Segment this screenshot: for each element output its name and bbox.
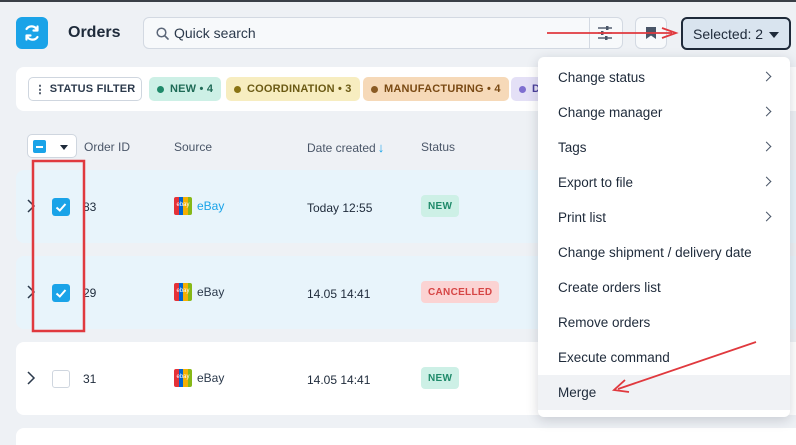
menu-item-label: Print list [558,210,607,225]
menu-item-change-status[interactable]: Change status [538,60,790,95]
bookmark-icon [646,27,656,39]
table-row-partial [16,428,796,445]
menu-item-label: Change shipment / delivery date [558,245,752,260]
selected-dropdown-button[interactable]: Selected: 2 [681,17,791,50]
select-all-dropdown[interactable] [27,134,77,158]
status-chip-manufacturing[interactable]: MANUFACTURING • 4 [363,77,509,101]
date-created: 14.05 14:41 [307,287,371,301]
status-filter-label: STATUS FILTER [49,83,136,95]
column-header-source[interactable]: Source [174,140,212,154]
menu-item-execute-command[interactable]: Execute command [538,340,790,375]
status-badge: NEW [421,367,460,389]
chevron-right-icon [761,211,772,222]
date-created: 14.05 14:41 [307,373,371,387]
row-checkbox[interactable] [52,370,70,388]
chevron-right-icon[interactable] [26,198,36,214]
row-checkbox[interactable] [52,198,70,216]
menu-item-merge[interactable]: Merge [538,375,790,410]
status-dot [157,85,164,93]
chip-label: NEW • 4 [170,83,214,95]
status-dot [234,85,241,93]
checkmark-icon [55,289,67,298]
checkmark-icon [55,203,67,212]
ebay-logo-icon: ebay [174,197,192,215]
chevron-right-icon[interactable] [26,284,36,300]
menu-item-label: Tags [558,140,587,155]
bookmark-button[interactable] [635,17,667,49]
status-filter-button[interactable]: ⋮ STATUS FILTER [28,77,142,101]
order-id[interactable]: 31 [83,372,96,386]
order-id[interactable]: 29 [83,286,96,300]
date-created: Today 12:55 [307,201,373,215]
row-checkbox[interactable] [52,284,70,302]
refresh-icon [25,25,39,41]
menu-item-export-to-file[interactable]: Export to file [538,165,790,200]
chip-label: COORDINATION • 3 [247,83,352,95]
ebay-logo-icon: ebay [174,369,192,387]
selected-count-label: Selected: 2 [693,25,764,42]
menu-item-tags[interactable]: Tags [538,130,790,165]
chevron-right-icon[interactable] [26,370,36,386]
column-header-status[interactable]: Status [421,140,455,154]
sort-down-arrow-icon[interactable]: ↓ [378,140,385,155]
bulk-actions-menu: Change status Change manager Tags Export… [538,57,790,417]
source-link[interactable]: eBay [197,199,224,213]
menu-item-label: Merge [558,385,597,400]
menu-item-remove-orders[interactable]: Remove orders [538,305,790,340]
menu-item-label: Execute command [558,350,670,365]
refresh-app-icon[interactable] [16,17,48,49]
column-header-order-id[interactable]: Order ID [84,140,130,154]
menu-item-change-manager[interactable]: Change manager [538,95,790,130]
select-all-checkbox[interactable] [33,140,46,153]
order-id[interactable]: 83 [83,200,96,214]
menu-item-create-orders-list[interactable]: Create orders list [538,270,790,305]
chip-label: MANUFACTURING • 4 [384,83,501,95]
source-label: eBay [197,285,225,299]
menu-item-label: Export to file [558,175,634,190]
status-dot [519,85,526,93]
menu-item-label: Create orders list [558,280,661,295]
chevron-right-icon [761,141,772,152]
chevron-right-icon [761,71,772,82]
menu-item-label: Remove orders [558,315,651,330]
status-badge: NEW [421,195,460,217]
search-input[interactable] [174,18,574,48]
menu-item-label: Change status [558,70,646,85]
status-chip-new[interactable]: NEW • 4 [149,77,222,101]
ebay-logo-icon: ebay [174,283,192,301]
column-header-label: Date created [307,141,376,155]
caret-down-icon [60,145,68,150]
vertical-dots-icon: ⋮ [34,83,46,96]
caret-down-icon [769,32,779,38]
page-title: Orders [68,24,121,41]
status-chip-coordination[interactable]: COORDINATION • 3 [226,77,360,101]
status-dot [371,85,378,93]
window-top-border [0,0,796,2]
chevron-right-icon [761,176,772,187]
search-divider [589,18,590,48]
search-bar[interactable] [143,17,623,49]
source-label: eBay [197,371,225,385]
status-badge: CANCELLED [421,281,500,303]
filter-settings-icon[interactable] [597,25,613,41]
menu-item-print-list[interactable]: Print list [538,200,790,235]
search-icon [156,27,169,40]
menu-item-change-shipment-date[interactable]: Change shipment / delivery date [538,235,790,270]
column-header-date-created[interactable]: Date created ↓ [307,140,384,155]
menu-item-label: Change manager [558,105,663,120]
chevron-right-icon [761,106,772,117]
